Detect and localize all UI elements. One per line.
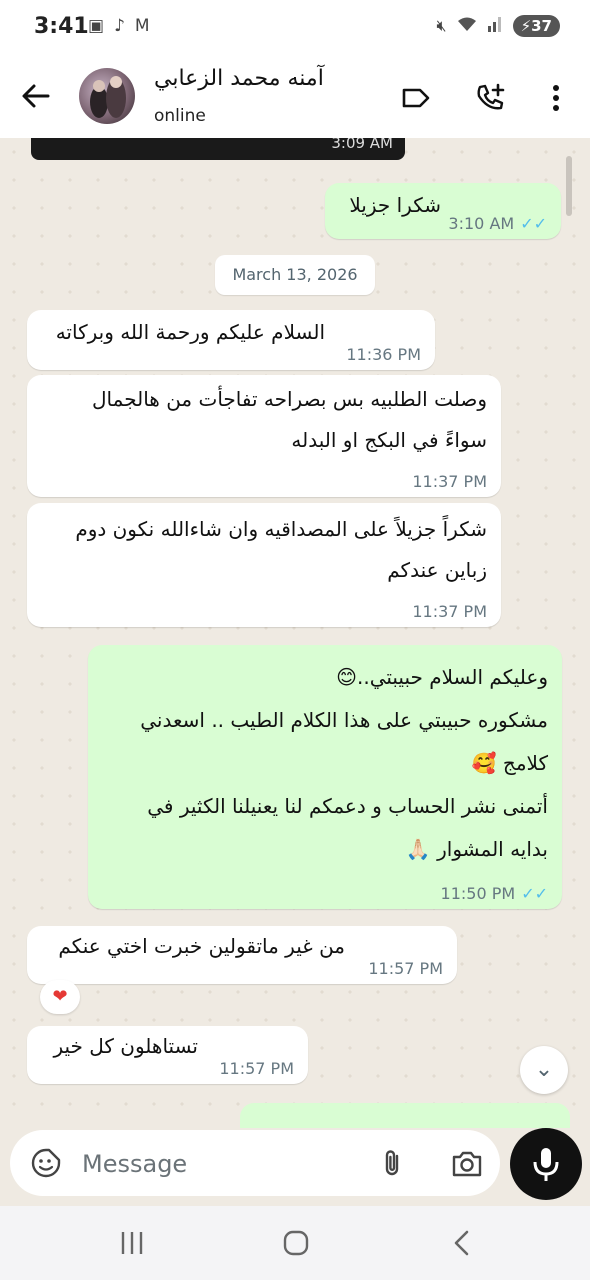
incoming-message[interactable]: السلام عليكم ورحمة الله وبركاته 11:36 PM [27,310,435,370]
composer [0,1128,590,1206]
message-text: السلام عليكم ورحمة الله وبركاته [55,320,325,344]
message-text-line: شكراً جزيلاً على المصداقيه وان شاءالله ن… [75,517,487,541]
date-chip: March 13, 2026 [215,255,375,295]
recent-apps-icon[interactable] [117,1228,147,1258]
message-time: 11:57 PM [368,959,443,978]
mute-icon: 🔇︎ [436,16,447,35]
more-options-icon[interactable] [540,82,572,114]
image-message-stub[interactable]: 3:09 AM [31,138,405,160]
message-text: شكرا جزيلا [349,193,441,217]
screenshot-icon: ▣ [88,16,105,36]
home-icon[interactable] [281,1228,311,1258]
status-indicators: 🔇︎ ⚡37 [436,15,560,37]
chat-area[interactable]: 3:09 AM شكرا جزيلا 3:10 AM ✓✓ March 13, 2… [0,138,590,1128]
message-text-line: وعليكم السلام حبيبتي..😊 [336,665,548,689]
message-text-line: أتمنى نشر الحساب و دعمكم لنا يعنيلنا الك… [147,794,548,818]
avatar[interactable] [79,68,135,124]
system-nav-bar [0,1206,590,1280]
camera-icon[interactable] [450,1147,484,1181]
attachment-icon[interactable] [376,1147,408,1179]
gmail-icon: M [134,16,150,36]
voice-record-button[interactable] [510,1128,582,1200]
back-nav-icon[interactable] [447,1228,477,1258]
message-text-line: سواءً في البكج او البدله [291,428,487,452]
message-text-line: زباين عندكم [387,558,487,582]
message-text: من غير ماتقولين خبرت اختي عنكم [58,934,345,958]
outgoing-message[interactable]: وعليكم السلام حبيبتي..😊 مشكوره حبيبتي عل… [88,645,562,909]
back-arrow-icon[interactable] [20,80,52,112]
message-text-line: بدايه المشوار 🙏🏻 [405,837,548,861]
message-time: 11:37 PM [412,472,487,491]
sticker-emoji-icon[interactable] [30,1147,62,1179]
outgoing-message-partial[interactable] [240,1103,570,1128]
add-call-icon[interactable] [474,82,506,114]
chat-header: آمنه محمد الزعابي online [0,58,590,138]
microphone-icon [533,1148,559,1181]
status-time: 3:41 [34,14,89,39]
message-time: 11:57 PM [219,1059,294,1078]
message-meta: 3:10 AM ✓✓ [448,214,547,233]
signal-icon [487,16,503,36]
message-time: 11:37 PM [412,602,487,621]
tiktok-icon: ♪ [114,16,125,36]
outgoing-message[interactable]: شكرا جزيلا 3:10 AM ✓✓ [325,183,561,239]
notification-icons: ▣ ♪ M [88,16,150,36]
incoming-message[interactable]: تستاهلون كل خير 11:57 PM [27,1026,308,1084]
battery-indicator: ⚡37 [512,15,560,37]
wifi-icon [457,16,477,36]
message-meta: 11:50 PM ✓✓ [440,884,548,903]
read-ticks-icon: ✓✓ [521,884,548,903]
incoming-message[interactable]: وصلت الطلبيه بس بصراحه تفاجأت من هالجمال… [27,375,501,497]
message-text-line: كلامج 🥰 [471,751,548,775]
incoming-message[interactable]: من غير ماتقولين خبرت اختي عنكم 11:57 PM [27,926,457,984]
contact-status: online [154,106,206,126]
message-input-box[interactable] [10,1130,500,1196]
message-time: 11:36 PM [346,345,421,364]
image-time: 3:09 AM [331,138,393,152]
message-text-line: مشكوره حبيبتي على هذا الكلام الطيب .. اس… [140,708,548,732]
status-bar: 3:41 ▣ ♪ M 🔇︎ ⚡37 [0,0,590,58]
scrollbar[interactable] [566,156,572,216]
message-text: تستاهلون كل خير [53,1034,198,1058]
read-ticks-icon: ✓✓ [520,214,547,233]
message-input[interactable] [80,1144,364,1184]
heart-reaction[interactable]: ❤ [40,980,80,1014]
contact-name[interactable]: آمنه محمد الزعابي [154,66,324,91]
chevron-double-down-icon: ⌄ [534,1057,554,1082]
incoming-message[interactable]: شكراً جزيلاً على المصداقيه وان شاءالله ن… [27,503,501,627]
label-icon[interactable] [400,82,432,114]
message-text-line: وصلت الطلبيه بس بصراحه تفاجأت من هالجمال [92,387,487,411]
scroll-to-bottom-button[interactable]: ⌄ [520,1046,568,1094]
